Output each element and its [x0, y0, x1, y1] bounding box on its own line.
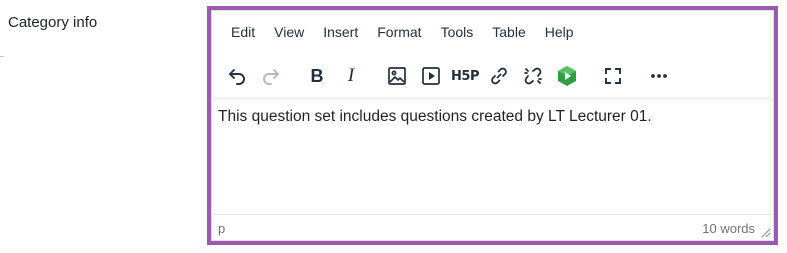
editor-content[interactable]: This question set includes questions cre…	[218, 108, 765, 126]
insert-image-button[interactable]	[380, 60, 414, 92]
undo-button[interactable]	[220, 60, 254, 92]
editor-toolbar: B I H5P	[220, 59, 676, 93]
unlink-button[interactable]	[516, 60, 550, 92]
more-icon	[649, 66, 669, 86]
menu-insert[interactable]: Insert	[313, 21, 367, 43]
more-button[interactable]	[642, 60, 676, 92]
fullscreen-icon	[603, 66, 623, 86]
link-icon	[489, 66, 509, 86]
h5p-icon: H5P	[451, 68, 479, 84]
divider	[0, 56, 4, 57]
field-label: Category info	[8, 14, 98, 31]
panopto-icon	[556, 65, 578, 87]
editor-menubar: Edit View Insert Format Tools Table Help	[220, 21, 583, 43]
undo-icon	[227, 66, 247, 86]
redo-button[interactable]	[254, 60, 288, 92]
media-icon	[421, 66, 441, 86]
word-count[interactable]: 10 words	[702, 221, 755, 236]
insert-link-button[interactable]	[482, 60, 516, 92]
italic-button[interactable]: I	[334, 60, 368, 92]
bold-icon: B	[310, 65, 324, 86]
unlink-icon	[523, 66, 543, 86]
editor-statusbar: p 10 words	[212, 214, 773, 240]
menu-edit[interactable]: Edit	[220, 21, 264, 43]
redo-icon	[261, 66, 281, 86]
fullscreen-button[interactable]	[596, 60, 630, 92]
menu-table[interactable]: Table	[482, 21, 534, 43]
editor-frame: Edit View Insert Format Tools Table Help	[211, 10, 774, 241]
menu-format[interactable]: Format	[367, 21, 430, 43]
insert-media-button[interactable]	[414, 60, 448, 92]
resize-handle-icon[interactable]	[759, 226, 771, 238]
rich-text-editor[interactable]: Edit View Insert Format Tools Table Help	[207, 6, 778, 245]
bold-button[interactable]: B	[300, 60, 334, 92]
menu-tools[interactable]: Tools	[431, 21, 483, 43]
insert-h5p-button[interactable]: H5P	[448, 60, 482, 92]
image-icon	[387, 66, 407, 86]
menu-view[interactable]: View	[264, 21, 313, 43]
italic-icon: I	[347, 65, 355, 86]
panopto-button[interactable]	[550, 60, 584, 92]
toolbar-shadow	[212, 97, 773, 103]
menu-help[interactable]: Help	[535, 21, 583, 43]
element-path[interactable]: p	[218, 221, 225, 236]
